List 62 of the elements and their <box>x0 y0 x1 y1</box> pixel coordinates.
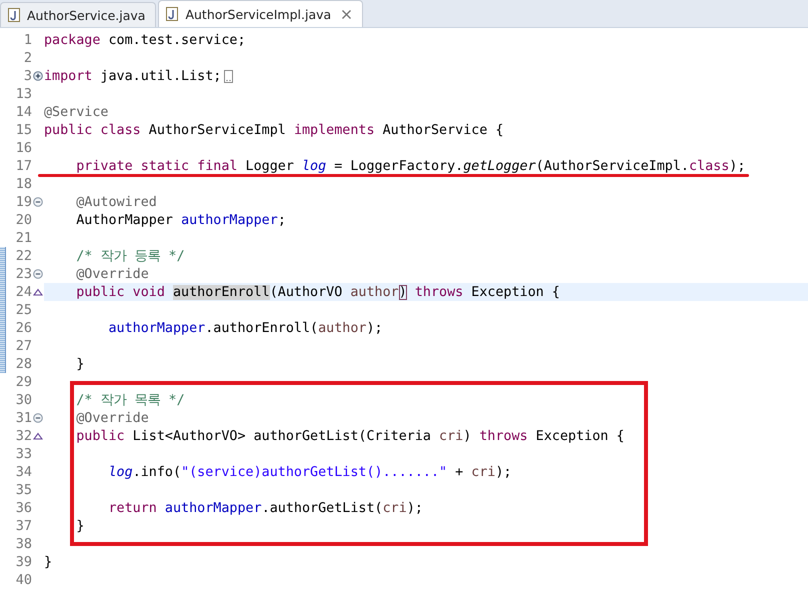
line-number: 19 <box>14 194 32 210</box>
code-line: } <box>44 554 52 570</box>
line-number: 23 <box>14 266 32 282</box>
code-line: authorMapper.authorEnroll(author); <box>107 320 383 336</box>
code-line: @Override <box>75 410 149 426</box>
code-line: public class AuthorServiceImpl implements AuthorService { <box>44 122 504 138</box>
line-number: 36 <box>14 500 32 516</box>
line-number: 20 <box>14 212 32 228</box>
code-line: /* 작가 등록 */ <box>75 248 185 265</box>
code-line: return authorMapper.authorGetList(cri); <box>107 500 423 516</box>
line-number: 38 <box>14 536 32 552</box>
line-number: 18 <box>14 176 32 192</box>
line-number: 24 <box>14 284 32 300</box>
line-number: 37 <box>14 518 32 534</box>
code-line: public List<AuthorVO> authorGetList(Criteria cri) throws Exception { <box>75 428 624 444</box>
java-file-icon <box>7 8 21 22</box>
line-number: 33 <box>14 446 32 462</box>
close-icon[interactable] <box>341 8 352 20</box>
java-file-icon <box>165 7 180 21</box>
code-line: package com.test.service; <box>44 32 246 48</box>
line-number: 16 <box>14 140 32 156</box>
line-number: 32 <box>14 428 32 444</box>
editor-tab[interactable]: AuthorService.java <box>0 2 156 27</box>
collapse-icon[interactable] <box>33 197 43 207</box>
code-line: @Autowired <box>75 194 157 210</box>
line-number: 1 <box>22 32 32 48</box>
line-number: 40 <box>14 572 32 588</box>
line-number: 29 <box>14 374 32 390</box>
code-line: } <box>75 356 84 372</box>
line-number: 13 <box>14 86 32 102</box>
line-number: 17 <box>14 158 32 174</box>
folded-code-icon[interactable] <box>224 70 234 82</box>
code-line: private static final Logger log = LoggerFactory.getLogger(AuthorServiceImpl.class); <box>75 158 746 174</box>
code-line: AuthorMapper authorMapper; <box>75 212 286 228</box>
code-line: @Override <box>75 266 149 282</box>
line-number: 39 <box>14 554 32 570</box>
code-line: public void authorEnroll(AuthorVO author) throws Exception { <box>75 284 560 300</box>
collapse-icon[interactable] <box>33 269 43 279</box>
line-number: 26 <box>14 320 32 336</box>
code-line: @Service <box>44 104 108 120</box>
line-number: 31 <box>14 410 32 426</box>
line-number: 30 <box>14 392 32 408</box>
line-number: 15 <box>14 122 32 138</box>
line-number: 28 <box>14 356 32 372</box>
code-line: /* 작가 목록 */ <box>75 392 185 409</box>
line-number: 25 <box>14 302 32 318</box>
collapse-icon[interactable] <box>33 413 43 423</box>
expand-icon[interactable] <box>33 71 43 81</box>
line-number: 3 <box>22 68 32 84</box>
code-line: log.info("(service)authorGetList()......." + cri); <box>107 464 512 480</box>
line-number: 21 <box>14 230 32 246</box>
triangle-icon <box>33 288 43 296</box>
line-number: 34 <box>14 464 32 480</box>
code-line: import java.util.List; <box>44 68 222 84</box>
code-line: } <box>75 518 84 534</box>
editor-tab[interactable]: AuthorServiceImpl.java <box>158 0 364 27</box>
line-number: 35 <box>14 482 32 498</box>
line-number: 14 <box>14 104 32 120</box>
line-number: 22 <box>14 248 32 264</box>
line-number: 2 <box>22 50 32 66</box>
line-number: 27 <box>14 338 32 354</box>
triangle-icon <box>33 432 43 440</box>
